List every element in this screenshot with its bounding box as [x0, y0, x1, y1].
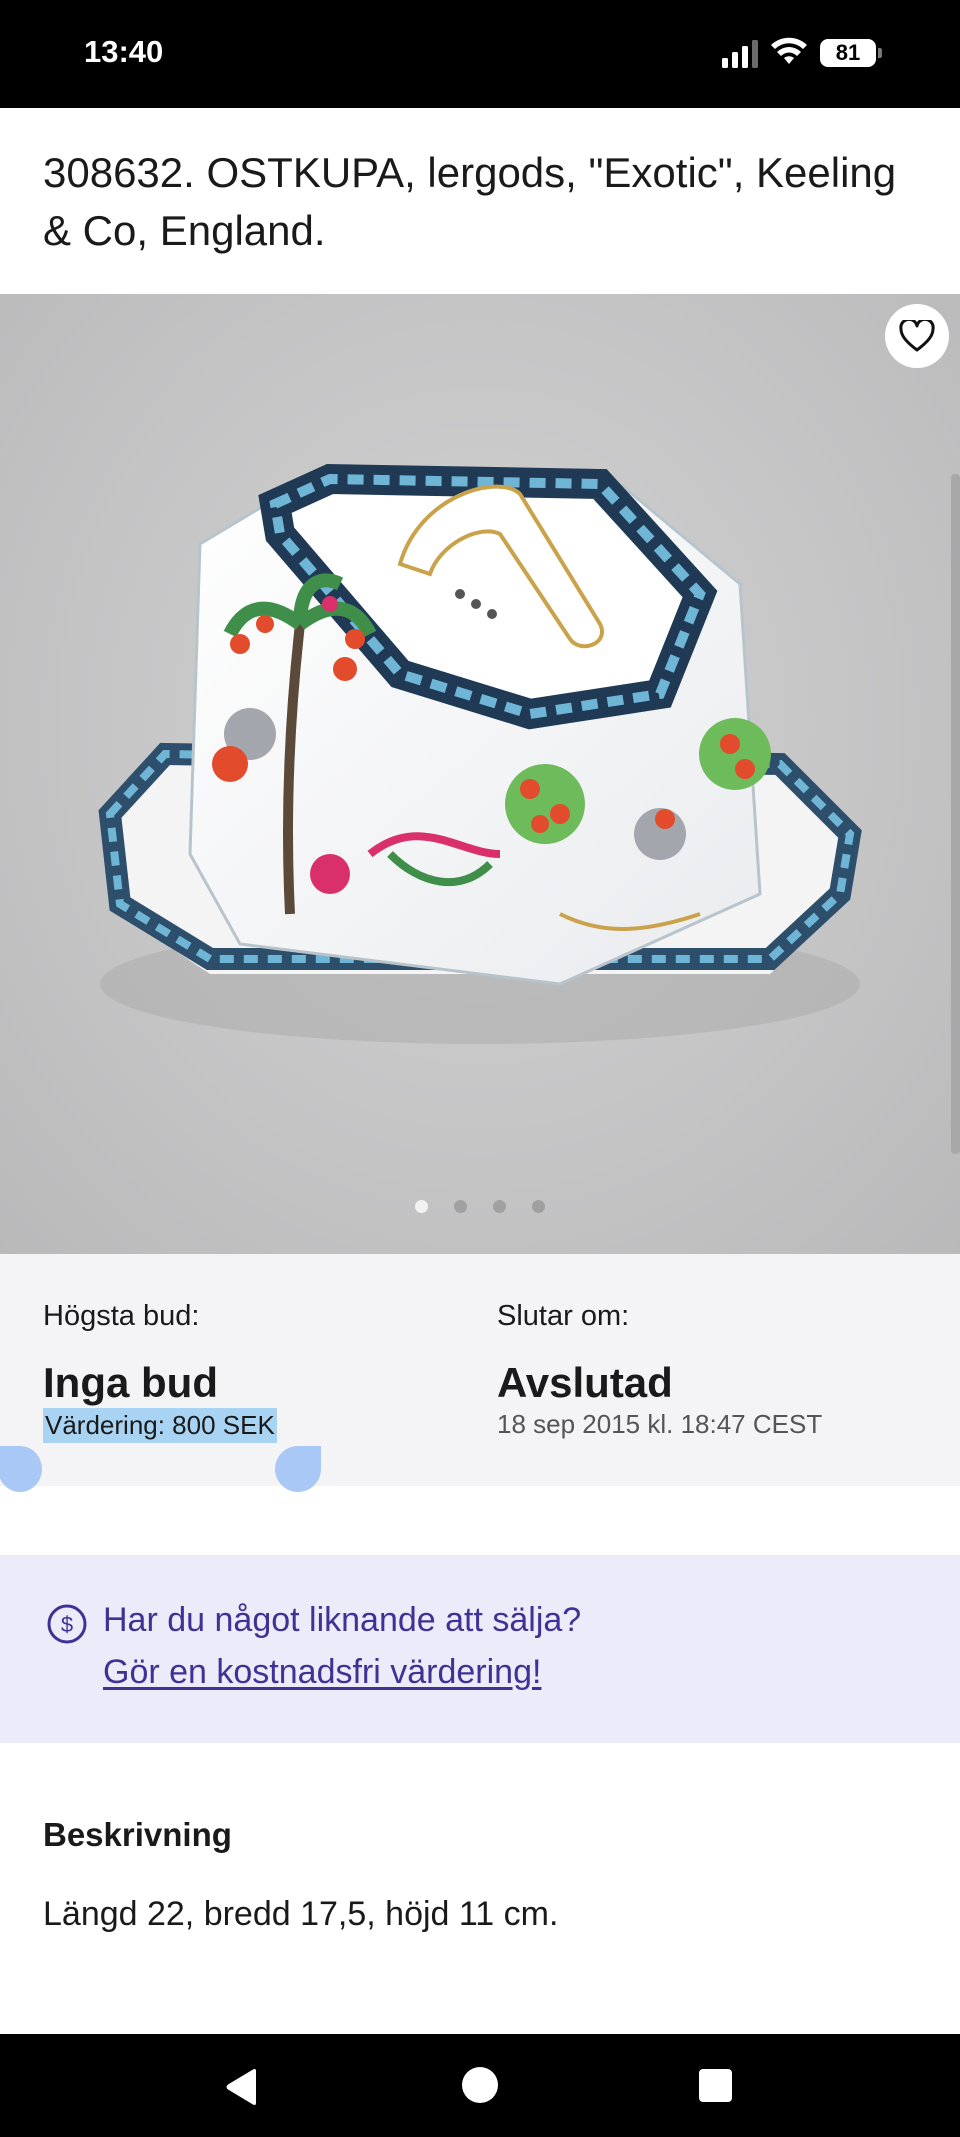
- system-nav-bar: [0, 2034, 960, 2137]
- valuation-promo: $ Har du något liknande att sälja? Gör e…: [0, 1555, 960, 1743]
- product-image[interactable]: [0, 294, 960, 1254]
- title-section: 308632. OSTKUPA, lergods, "Exotic", Keel…: [0, 108, 960, 294]
- heart-icon: [899, 320, 935, 352]
- wifi-icon: [771, 37, 807, 64]
- end-date: 18 sep 2015 kl. 18:47 CEST: [497, 1409, 823, 1439]
- image-gallery[interactable]: [0, 294, 960, 1254]
- promo-text: Har du något liknande att sälja?: [103, 1601, 582, 1639]
- ends-block: Slutar om: Avslutad: [497, 1300, 673, 1407]
- carousel-dot-4[interactable]: [532, 1200, 545, 1213]
- carousel-dot-1[interactable]: [415, 1200, 428, 1213]
- ends-label: Slutar om:: [497, 1300, 630, 1332]
- recents-icon[interactable]: [699, 2069, 732, 2102]
- highest-bid-block: Högsta bud: Inga bud: [43, 1300, 218, 1407]
- svg-text:$: $: [61, 1612, 73, 1637]
- ends-value: Avslutad: [497, 1359, 673, 1406]
- selection-handle-right[interactable]: [275, 1446, 321, 1492]
- status-bar: 13:40 81: [0, 0, 960, 108]
- battery-icon: 81: [820, 39, 882, 67]
- selection-handle-left[interactable]: [0, 1446, 42, 1492]
- carousel-dot-3[interactable]: [493, 1200, 506, 1213]
- status-time: 13:40: [84, 34, 164, 69]
- carousel-dot-2[interactable]: [454, 1200, 467, 1213]
- home-icon[interactable]: [462, 2067, 498, 2103]
- favorite-button[interactable]: [885, 304, 949, 368]
- back-icon[interactable]: [224, 2068, 260, 2106]
- lot-title: 308632. OSTKUPA, lergods, "Exotic", Keel…: [43, 149, 897, 254]
- description-text: Längd 22, bredd 17,5, höjd 11 cm.: [43, 1895, 559, 1933]
- signal-icon: [722, 40, 758, 68]
- highest-bid-value: Inga bud: [43, 1359, 218, 1406]
- valuation-text[interactable]: Värdering: 800 SEK: [43, 1408, 277, 1443]
- highest-bid-label: Högsta bud:: [43, 1300, 200, 1332]
- battery-cap: [878, 48, 882, 58]
- battery-level: 81: [820, 39, 876, 67]
- free-valuation-link[interactable]: Gör en kostnadsfri värdering!: [103, 1653, 541, 1692]
- bid-section: Högsta bud: Inga bud Slutar om: Avslutad…: [0, 1254, 960, 1492]
- description-heading: Beskrivning: [43, 1816, 232, 1853]
- scrollbar[interactable]: [951, 474, 960, 1154]
- dollar-circle-icon: $: [47, 1604, 87, 1644]
